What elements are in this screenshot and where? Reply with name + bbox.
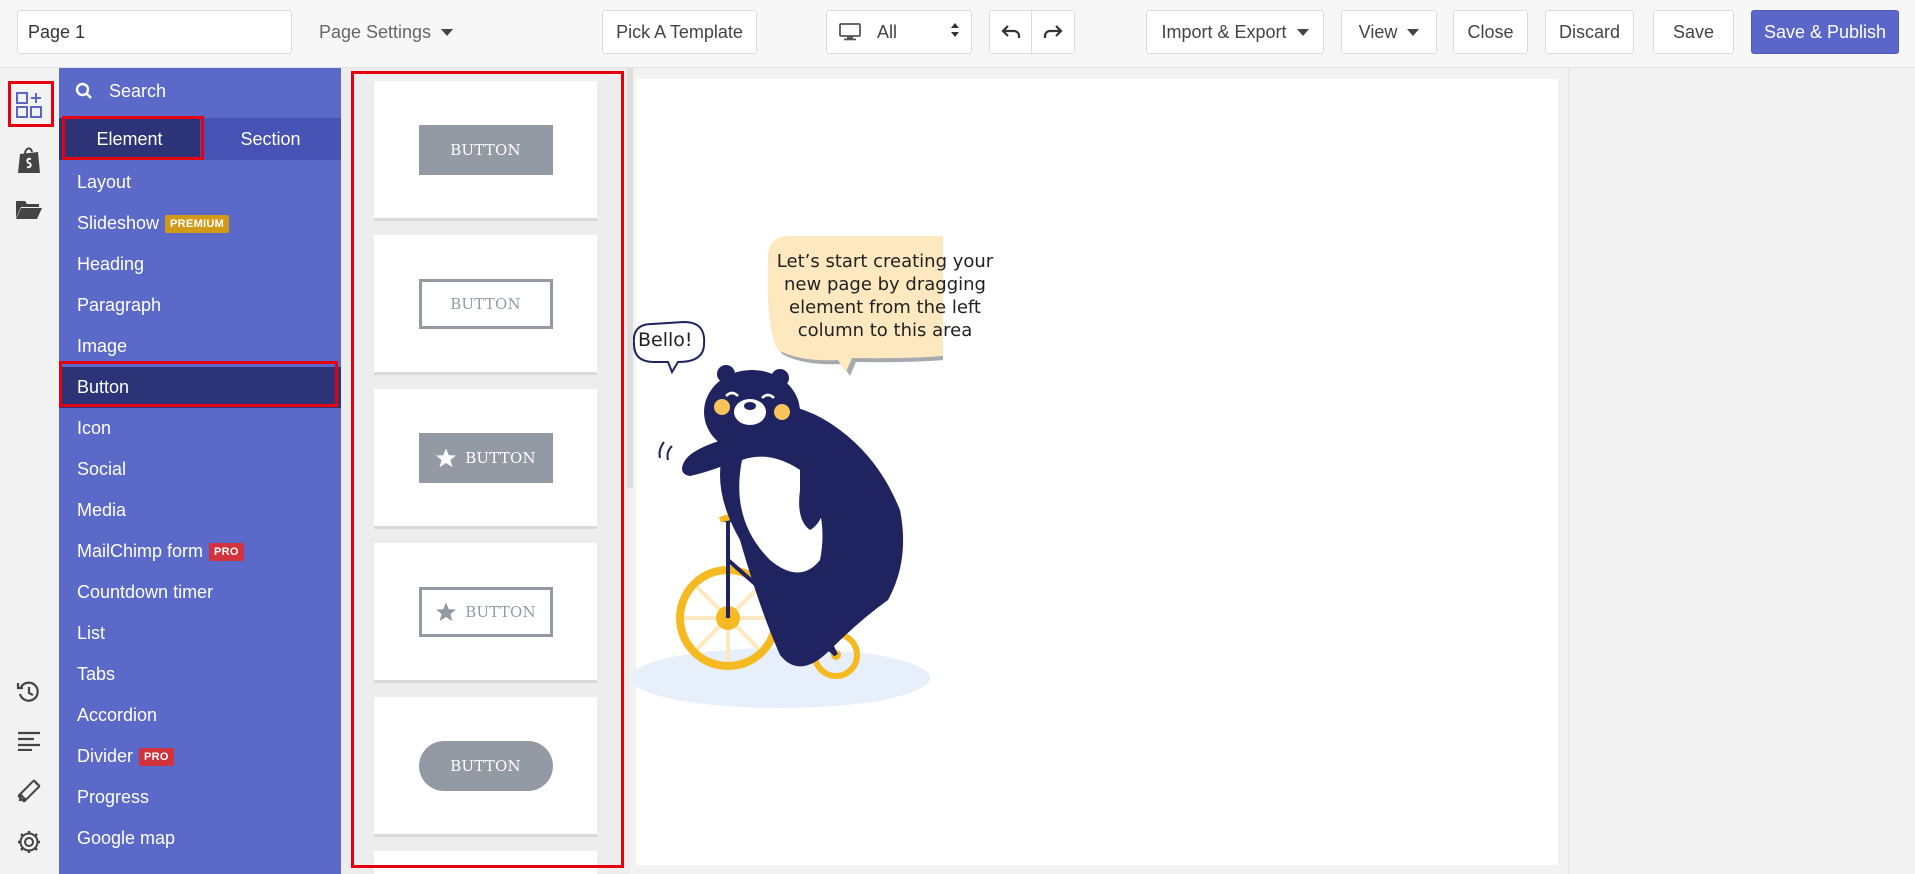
element-item-progress[interactable]: Progress [59, 777, 341, 818]
chevron-down-icon [1296, 28, 1309, 36]
element-item-label: Layout [77, 172, 132, 192]
element-list: Layout Slideshow PREMIUM Heading Paragrap… [59, 162, 341, 859]
button-preview: BUTTON [418, 278, 553, 329]
bello-speech-bubble: Bello! [638, 329, 693, 351]
element-item-icon[interactable]: Icon [59, 408, 341, 449]
search-icon [75, 82, 92, 99]
button-preview: BUTTON [418, 432, 553, 483]
search-bar[interactable]: Search [59, 68, 341, 114]
device-select[interactable]: All [826, 10, 972, 54]
element-item-label: Button [77, 377, 130, 397]
tab-section[interactable]: Section [200, 118, 341, 160]
view-dropdown[interactable]: View [1341, 10, 1437, 54]
star-icon [436, 601, 457, 621]
folder-icon[interactable] [10, 190, 48, 228]
redo-icon [1043, 25, 1063, 38]
element-item-mailchimp-form[interactable]: MailChimp form PRO [59, 531, 341, 572]
redo-button[interactable] [1031, 10, 1075, 54]
button-preview: BUTTON [418, 586, 553, 637]
button-preview-label: BUTTON [450, 756, 521, 775]
undo-button[interactable] [989, 10, 1032, 54]
element-item-label: List [77, 623, 106, 643]
button-preview: BUTTON [418, 740, 553, 791]
button-preview-label: BUTTON [450, 140, 521, 159]
button-preview: BUTTON [418, 124, 553, 175]
element-item-button[interactable]: Button [59, 367, 341, 408]
top-toolbar: Page 1 Page Settings Pick A Template All… [0, 0, 1915, 68]
save-publish-button[interactable]: Save & Publish [1751, 10, 1899, 54]
desktop-monitor-icon [839, 23, 861, 41]
element-item-google-map[interactable]: Google map [59, 818, 341, 859]
page-settings-label: Page Settings [318, 21, 432, 42]
star-icon [436, 447, 457, 467]
element-item-label: Slideshow [77, 213, 160, 233]
element-item-divider[interactable]: Divider PRO [59, 736, 341, 777]
element-item-label: Image [77, 336, 128, 356]
pro-badge: PRO [209, 542, 244, 561]
text-align-icon[interactable] [10, 722, 48, 760]
tab-element[interactable]: Element [59, 118, 200, 160]
element-item-label: Countdown timer [77, 582, 214, 602]
page-name-input[interactable]: Page 1 [17, 10, 292, 54]
element-item-label: Accordion [77, 705, 158, 725]
element-item-image[interactable]: Image [59, 326, 341, 367]
panel-tabs: Element Section [59, 118, 341, 160]
onboarding-speech-bubble: Let’s start creating your new page by dr… [776, 251, 994, 341]
pick-template-button[interactable]: Pick A Template [602, 10, 757, 54]
element-item-label: MailChimp form [77, 541, 204, 561]
pro-badge: PRO [139, 747, 174, 766]
element-item-paragraph[interactable]: Paragraph [59, 285, 341, 326]
view-label: View [1358, 21, 1398, 42]
element-item-label: Icon [77, 418, 112, 438]
element-item-heading[interactable]: Heading [59, 244, 341, 285]
element-item-social[interactable]: Social [59, 449, 341, 490]
button-template-card[interactable]: BUTTON [374, 389, 597, 529]
button-template-card[interactable] [374, 851, 597, 874]
history-icon[interactable] [10, 673, 48, 711]
device-select-value: All [877, 21, 898, 42]
button-template-card[interactable]: BUTTON [374, 235, 597, 375]
select-arrows-icon [951, 23, 959, 37]
page-settings-dropdown[interactable]: Page Settings [312, 10, 460, 54]
add-element-icon[interactable] [10, 86, 48, 124]
element-item-slideshow[interactable]: Slideshow PREMIUM [59, 203, 341, 244]
element-item-list[interactable]: List [59, 613, 341, 654]
chevron-down-icon [1407, 28, 1420, 36]
button-template-card[interactable]: BUTTON [374, 697, 597, 837]
close-button[interactable]: Close [1453, 10, 1528, 54]
element-item-tabs[interactable]: Tabs [59, 654, 341, 695]
search-input[interactable]: Search [109, 81, 166, 102]
save-button[interactable]: Save [1653, 10, 1734, 54]
chevron-down-icon [441, 28, 454, 36]
element-panel: Search Element Section Layout Slideshow P… [59, 68, 341, 874]
right-gutter [1568, 68, 1915, 874]
import-export-dropdown[interactable]: Import & Export [1146, 10, 1324, 54]
button-preview-label: BUTTON [450, 294, 521, 313]
button-template-card[interactable]: BUTTON [374, 81, 597, 221]
import-export-label: Import & Export [1161, 21, 1287, 42]
element-item-label: Media [77, 500, 127, 520]
discard-button[interactable]: Discard [1545, 10, 1634, 54]
settings-gear-icon[interactable] [10, 823, 48, 861]
button-preview-label: BUTTON [465, 602, 536, 621]
undo-icon [1000, 25, 1020, 38]
icon-rail [0, 68, 59, 874]
element-item-label: Heading [77, 254, 145, 274]
element-item-layout[interactable]: Layout [59, 162, 341, 203]
element-item-label: Divider [77, 746, 134, 766]
premium-badge: PREMIUM [165, 214, 230, 233]
element-item-media[interactable]: Media [59, 490, 341, 531]
shopify-bag-icon[interactable] [10, 141, 48, 179]
design-tools-icon[interactable] [10, 772, 48, 810]
element-item-label: Paragraph [77, 295, 162, 315]
button-template-card[interactable]: BUTTON [374, 543, 597, 683]
element-item-label: Google map [77, 828, 176, 848]
element-item-label: Social [77, 459, 127, 479]
button-preview-label: BUTTON [465, 448, 536, 467]
element-item-countdown-timer[interactable]: Countdown timer [59, 572, 341, 613]
element-item-label: Progress [77, 787, 150, 807]
button-templates-column: BUTTON BUTTON BUTTON BUTTON BUTTON [341, 68, 630, 874]
element-item-label: Tabs [77, 664, 116, 684]
element-item-accordion[interactable]: Accordion [59, 695, 341, 736]
